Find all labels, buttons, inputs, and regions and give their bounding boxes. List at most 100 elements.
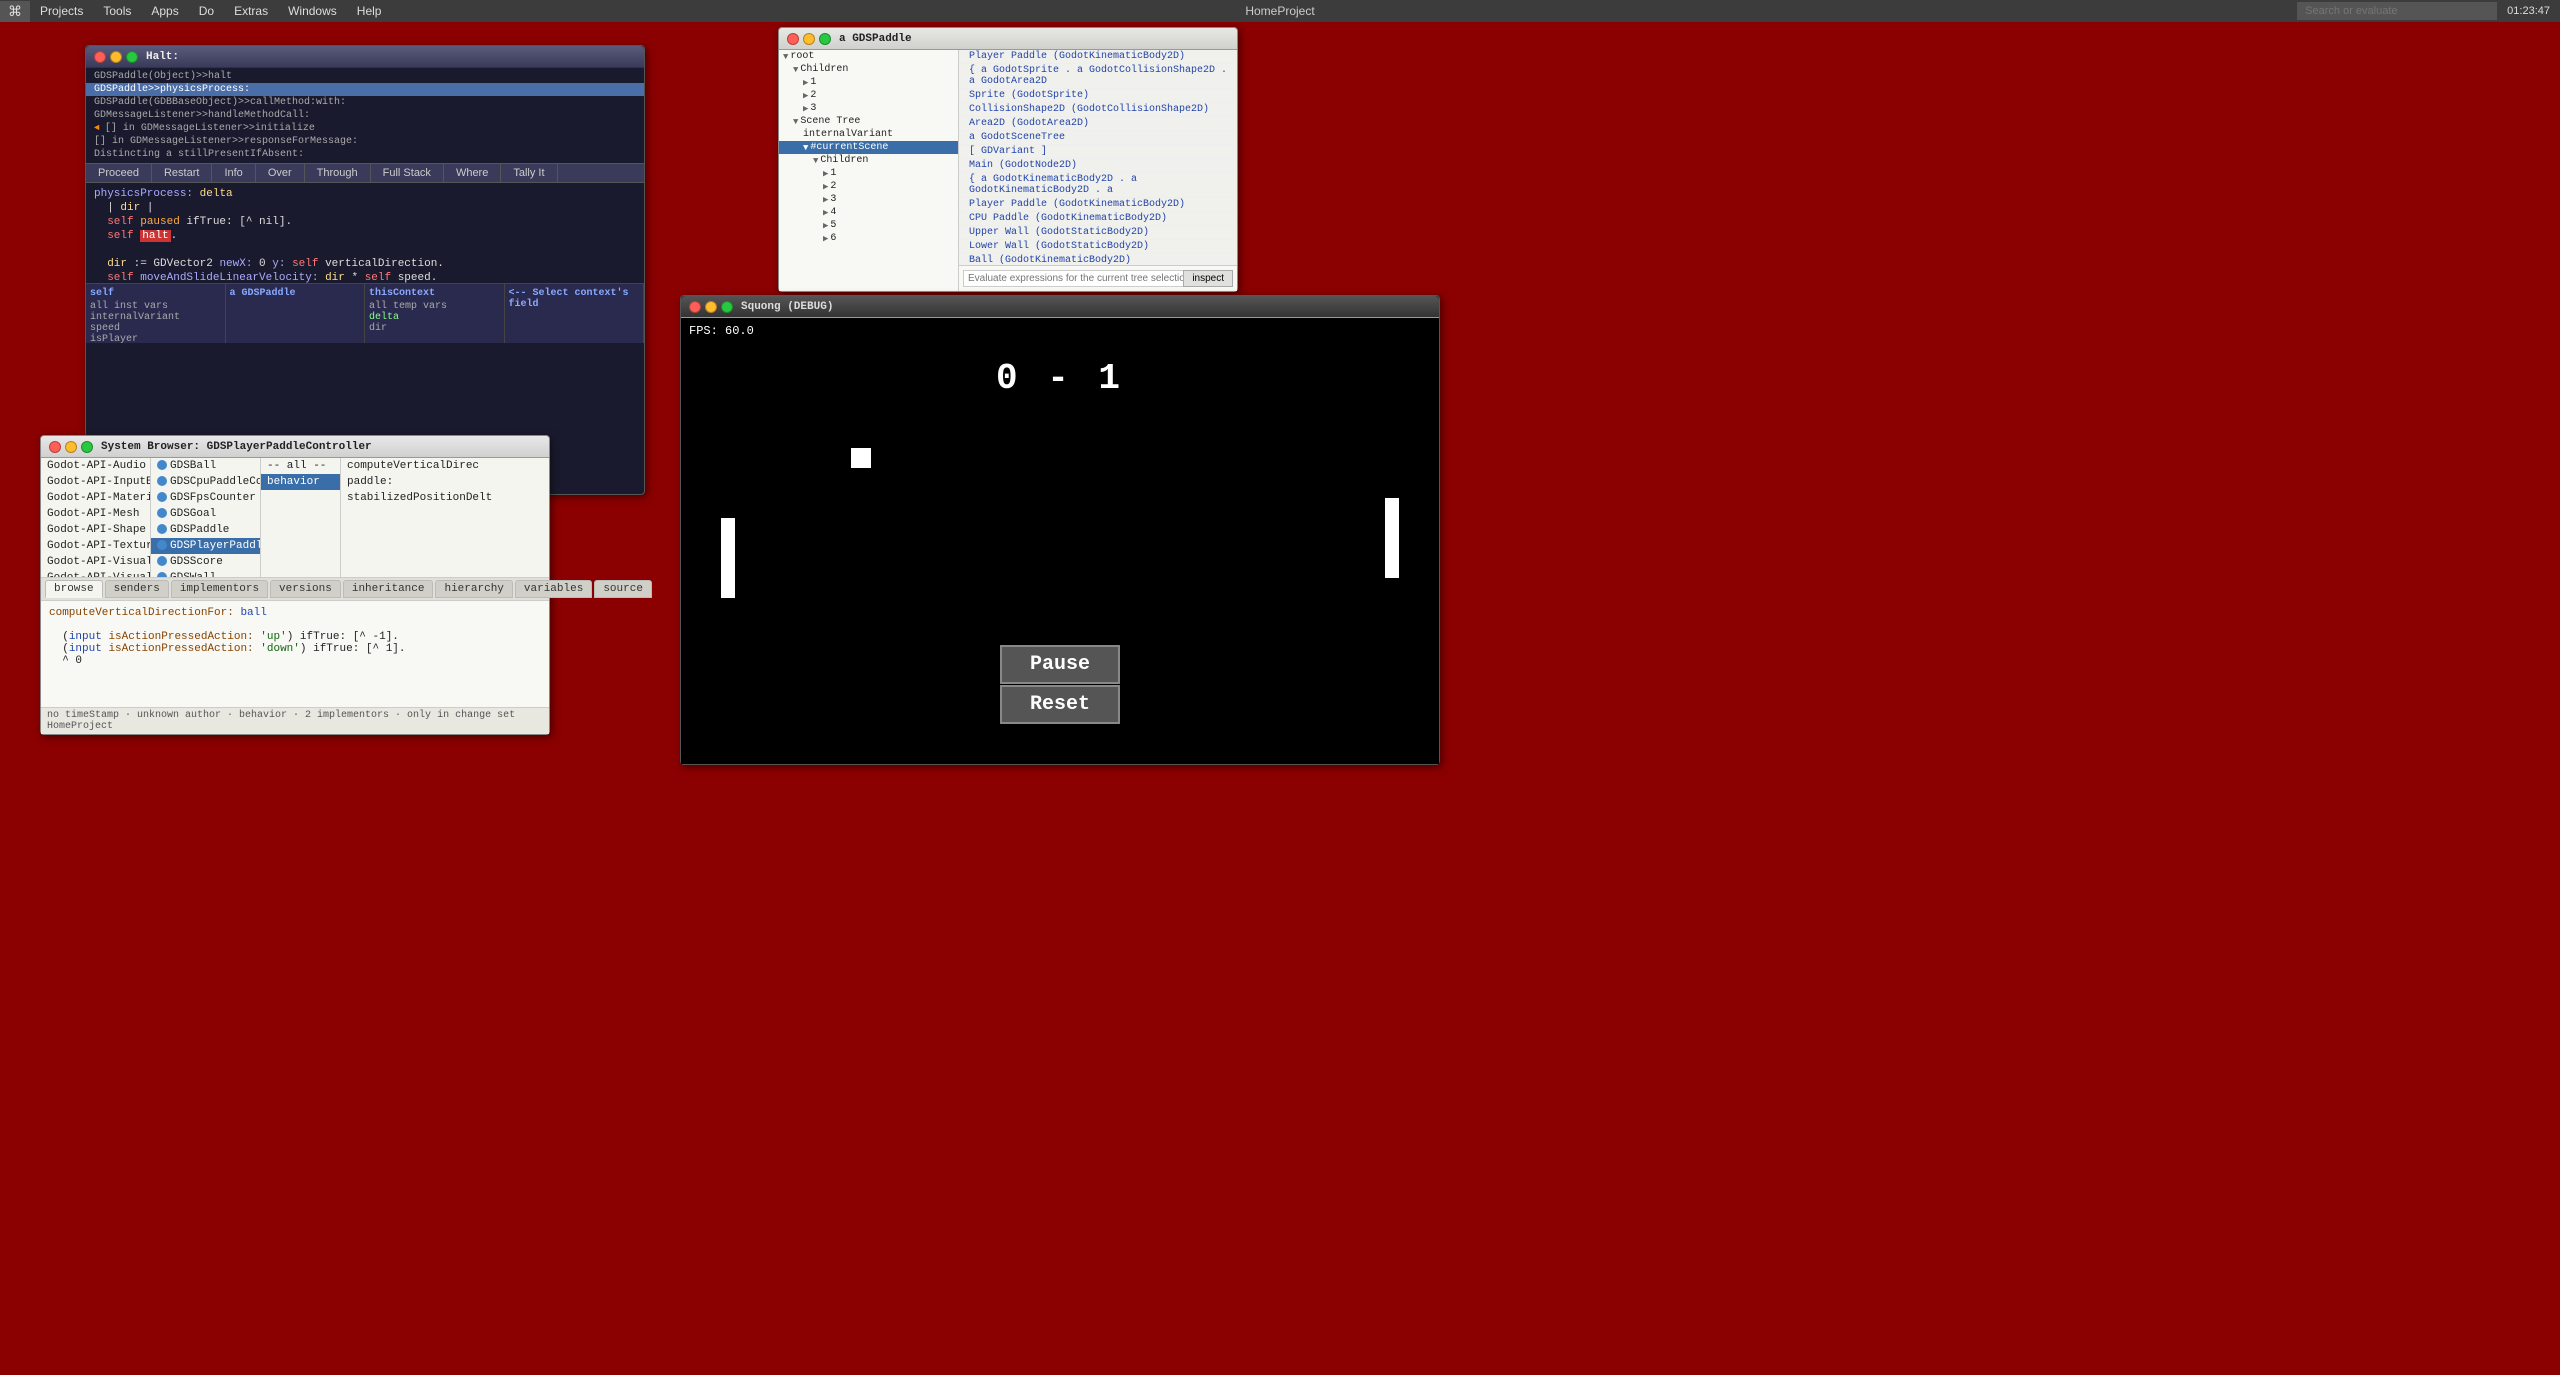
over-button[interactable]: Over	[256, 164, 305, 182]
game-window: Squong (DEBUG) FPS: 60.0 0 - 1 Pause Res…	[680, 295, 1440, 765]
menu-apps[interactable]: Apps	[141, 2, 188, 20]
window-controls	[94, 51, 138, 63]
list-item[interactable]: GDSFpsCounter	[151, 490, 260, 506]
list-item[interactable]: GDSGoal	[151, 506, 260, 522]
menu-help[interactable]: Help	[347, 2, 392, 20]
tab-source[interactable]: source	[594, 580, 652, 598]
tree-item-children[interactable]: ▼Children	[779, 63, 958, 76]
tree-item-current-scene[interactable]: ▼#currentScene	[779, 141, 958, 154]
stack-item[interactable]: Distincting a stillPresentIfAbsent:	[86, 148, 644, 161]
context-select[interactable]: <-- Select context's field	[505, 284, 645, 343]
tree-item[interactable]: ▶2	[779, 89, 958, 102]
apple-menu[interactable]: ⌘	[0, 1, 30, 22]
tree-item[interactable]: ▶4	[779, 206, 958, 219]
list-item[interactable]: stabilizedPositionDelt	[341, 490, 549, 506]
context-self-title: self	[90, 288, 221, 299]
property-value: Player Paddle (GodotKinematicBody2D)	[969, 199, 1185, 210]
inspector-title: a GDSPaddle	[839, 33, 912, 45]
list-item[interactable]: Godot-API-Audio	[41, 458, 150, 474]
property-value: Ball (GodotKinematicBody2D)	[969, 255, 1131, 265]
list-item-selected[interactable]: behavior	[261, 474, 340, 490]
tab-browse[interactable]: browse	[45, 580, 103, 598]
tree-item-scene-tree[interactable]: ▼Scene Tree	[779, 115, 958, 128]
list-item-selected[interactable]: GDSPlayerPaddleCo	[151, 538, 260, 554]
tab-versions[interactable]: versions	[270, 580, 341, 598]
tree-item[interactable]: ▶1	[779, 76, 958, 89]
tree-item[interactable]: ▼Children	[779, 154, 958, 167]
stack-item[interactable]: GDSPaddle(GDBBaseObject)>>callMethod:wit…	[86, 96, 644, 109]
menu-tools[interactable]: Tools	[93, 2, 141, 20]
property-value: [ GDVariant ]	[969, 146, 1047, 157]
menu-extras[interactable]: Extras	[224, 2, 278, 20]
list-item[interactable]: Godot-API-VisualScript	[41, 554, 150, 570]
tree-item[interactable]: ▶2	[779, 180, 958, 193]
inspect-button[interactable]: inspect	[1183, 270, 1233, 287]
minimize-button[interactable]	[65, 441, 77, 453]
list-item[interactable]: Godot-API-Material	[41, 490, 150, 506]
close-button[interactable]	[49, 441, 61, 453]
close-button[interactable]	[94, 51, 106, 63]
tree-item[interactable]: ▶3	[779, 193, 958, 206]
where-button[interactable]: Where	[444, 164, 501, 182]
tree-item[interactable]: ▶6	[779, 232, 958, 245]
list-item[interactable]: computeVerticalDirec	[341, 458, 549, 474]
list-item[interactable]: Godot-API-Shape	[41, 522, 150, 538]
list-item[interactable]: Godot-API-Texture	[41, 538, 150, 554]
maximize-button[interactable]	[126, 51, 138, 63]
property-item: Area2D (GodotArea2D)	[959, 117, 1237, 131]
tab-variables[interactable]: variables	[515, 580, 592, 598]
minimize-button[interactable]	[110, 51, 122, 63]
search-input[interactable]	[2297, 2, 2497, 20]
property-value: Upper Wall (GodotStaticBody2D)	[969, 227, 1149, 238]
code-view: physicsProcess: delta | dir | self pause…	[86, 183, 644, 283]
tree-item[interactable]: ▶5	[779, 219, 958, 232]
tree-item[interactable]: ▶3	[779, 102, 958, 115]
stack-item[interactable]: [] in GDMessageListener>>initialize	[86, 122, 644, 135]
stack-item[interactable]: [] in GDMessageListener>>responseForMess…	[86, 135, 644, 148]
list-item[interactable]: -- all --	[261, 458, 340, 474]
menu-projects[interactable]: Projects	[30, 2, 93, 20]
maximize-button[interactable]	[81, 441, 93, 453]
stack-item[interactable]: GDSPaddle(Object)>>halt	[86, 70, 644, 83]
tally-button[interactable]: Tally It	[501, 164, 557, 182]
menu-windows[interactable]: Windows	[278, 2, 347, 20]
list-item[interactable]: GDSCpuPaddleCont	[151, 474, 260, 490]
restart-button[interactable]: Restart	[152, 164, 212, 182]
minimize-button[interactable]	[705, 301, 717, 313]
list-item[interactable]: paddle:	[341, 474, 549, 490]
reset-button[interactable]: Reset	[1000, 685, 1120, 724]
stack-item[interactable]: GDMessageListener>>handleMethodCall:	[86, 109, 644, 122]
minimize-button[interactable]	[803, 33, 815, 45]
tab-implementors[interactable]: implementors	[171, 580, 268, 598]
tab-inheritance[interactable]: inheritance	[343, 580, 434, 598]
proceed-button[interactable]: Proceed	[86, 164, 152, 182]
close-button[interactable]	[787, 33, 799, 45]
pause-button[interactable]: Pause	[1000, 645, 1120, 684]
maximize-button[interactable]	[819, 33, 831, 45]
context-self[interactable]: self all inst vars internalVariant speed…	[86, 284, 226, 343]
through-button[interactable]: Through	[305, 164, 371, 182]
browser-col-protocol: -- all -- behavior	[261, 458, 341, 577]
property-value: Main (GodotNode2D)	[969, 160, 1077, 171]
property-item: Sprite (GodotSprite)	[959, 89, 1237, 103]
tree-item[interactable]: ▶1	[779, 167, 958, 180]
list-item[interactable]: Godot-API-Mesh	[41, 506, 150, 522]
tree-item[interactable]: internalVariant	[779, 128, 958, 141]
list-item[interactable]: GDSPaddle	[151, 522, 260, 538]
info-button[interactable]: Info	[212, 164, 255, 182]
list-item[interactable]: Godot-API-InputEvent	[41, 474, 150, 490]
list-item[interactable]: GDSWall	[151, 570, 260, 577]
list-item[interactable]: GDSScore	[151, 554, 260, 570]
maximize-button[interactable]	[721, 301, 733, 313]
tab-senders[interactable]: senders	[105, 580, 169, 598]
right-panel: Player Paddle (GodotKinematicBody2D) { a…	[959, 50, 1237, 291]
list-item[interactable]: Godot-API-VisualShade	[41, 570, 150, 577]
tab-hierarchy[interactable]: hierarchy	[435, 580, 512, 598]
debugger-title: Halt:	[146, 51, 179, 63]
close-button[interactable]	[689, 301, 701, 313]
menu-do[interactable]: Do	[189, 2, 224, 20]
list-item[interactable]: GDSBall	[151, 458, 260, 474]
tree-item-root[interactable]: ▼root	[779, 50, 958, 63]
stack-item-selected[interactable]: GDSPaddle>>physicsProcess:	[86, 83, 644, 96]
full-stack-button[interactable]: Full Stack	[371, 164, 444, 182]
